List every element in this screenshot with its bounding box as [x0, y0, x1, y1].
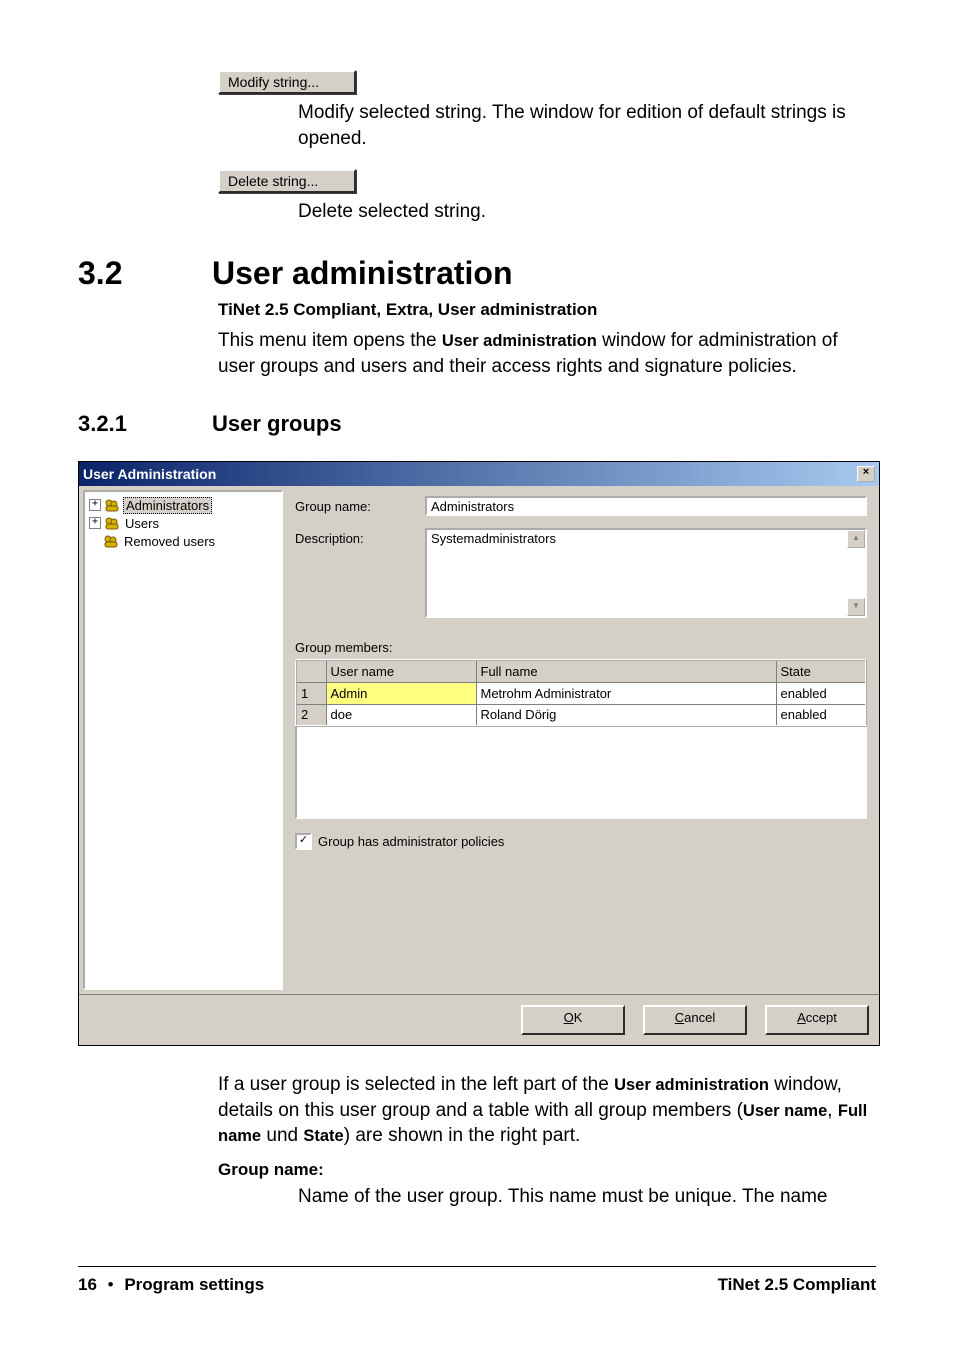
- group-name-field-desc: Name of the user group. This name must b…: [298, 1184, 876, 1210]
- dialog-footer: OK Cancel Accept: [79, 994, 879, 1045]
- cancel-button[interactable]: Cancel: [643, 1005, 747, 1035]
- subsection-title-text: User groups: [212, 411, 342, 436]
- col-username[interactable]: User name: [326, 660, 476, 682]
- cell-fullname: Roland Dörig: [476, 704, 776, 726]
- footer-product: TiNet 2.5 Compliant: [718, 1275, 876, 1295]
- modify-string-button[interactable]: Modify string...: [218, 70, 356, 94]
- group-name-label: Group name:: [295, 496, 425, 514]
- cell-username: doe: [326, 704, 476, 726]
- dialog-title: User Administration: [83, 466, 216, 482]
- ok-button[interactable]: OK: [521, 1005, 625, 1035]
- checkbox-icon[interactable]: ✓: [295, 833, 312, 850]
- row-number: 2: [296, 704, 326, 726]
- page-footer: 16 • Program settings TiNet 2.5 Complian…: [78, 1266, 876, 1295]
- group-name-input[interactable]: Administrators: [425, 496, 867, 516]
- section-title-text: User administration: [212, 255, 513, 291]
- group-icon: [103, 534, 119, 548]
- tree-item-removed-users[interactable]: Removed users: [89, 532, 279, 550]
- tree-label-removed: Removed users: [122, 534, 217, 549]
- description-input[interactable]: Systemadministrators: [425, 528, 867, 618]
- accept-button[interactable]: Accept: [765, 1005, 869, 1035]
- group-details-panel: Group name: Administrators Description: …: [287, 486, 879, 994]
- close-icon[interactable]: ×: [857, 466, 875, 482]
- group-icon: [104, 498, 120, 512]
- expand-icon[interactable]: +: [89, 499, 101, 511]
- col-fullname[interactable]: Full name: [476, 660, 776, 682]
- group-members-label: Group members:: [295, 640, 867, 655]
- delete-string-button[interactable]: Delete string...: [218, 169, 356, 193]
- group-icon: [104, 516, 120, 530]
- col-state[interactable]: State: [776, 660, 866, 682]
- table-row[interactable]: 2 doe Roland Dörig enabled: [296, 704, 866, 726]
- delete-string-description: Delete selected string.: [298, 199, 876, 225]
- dialog-titlebar: User Administration ×: [79, 462, 879, 486]
- subsection-heading: 3.2.1User groups: [78, 411, 876, 437]
- section-number: 3.2: [78, 255, 212, 292]
- table-empty-area: [295, 727, 867, 819]
- group-members-table: User name Full name State 1 Admin Metroh…: [295, 659, 867, 727]
- cell-username: Admin: [326, 682, 476, 704]
- tree-label-administrators: Administrators: [123, 497, 212, 514]
- cell-state: enabled: [776, 682, 866, 704]
- admin-policies-label: Group has administrator policies: [318, 834, 504, 849]
- admin-policies-checkbox-row[interactable]: ✓ Group has administrator policies: [295, 833, 867, 850]
- tree-label-users: Users: [123, 516, 161, 531]
- cell-state: enabled: [776, 704, 866, 726]
- tree-item-users[interactable]: + Users: [89, 514, 279, 532]
- section-heading: 3.2User administration: [78, 255, 876, 292]
- modify-string-description: Modify selected string. The window for e…: [298, 100, 876, 151]
- section-intro: This menu item opens the User administra…: [218, 328, 876, 379]
- group-tree[interactable]: + Administrators + Users: [83, 490, 283, 990]
- cell-fullname: Metrohm Administrator: [476, 682, 776, 704]
- user-admin-dialog: User Administration × + Administrators +: [78, 461, 880, 1046]
- after-dialog-paragraph: If a user group is selected in the left …: [218, 1072, 876, 1149]
- tree-item-administrators[interactable]: + Administrators: [89, 496, 279, 514]
- expand-icon[interactable]: +: [89, 517, 101, 529]
- table-row[interactable]: 1 Admin Metrohm Administrator enabled: [296, 682, 866, 704]
- row-header-blank: [296, 660, 326, 682]
- row-number: 1: [296, 682, 326, 704]
- group-name-field-label: Group name:: [218, 1159, 876, 1182]
- page-number: 16: [78, 1275, 97, 1294]
- description-label: Description:: [295, 528, 425, 546]
- scroll-down-icon[interactable]: ▼: [847, 598, 865, 616]
- menu-path: TiNet 2.5 Compliant, Extra, User adminis…: [218, 300, 876, 320]
- footer-section: Program settings: [124, 1275, 264, 1294]
- scroll-up-icon[interactable]: ▲: [847, 530, 865, 548]
- subsection-number: 3.2.1: [78, 411, 212, 437]
